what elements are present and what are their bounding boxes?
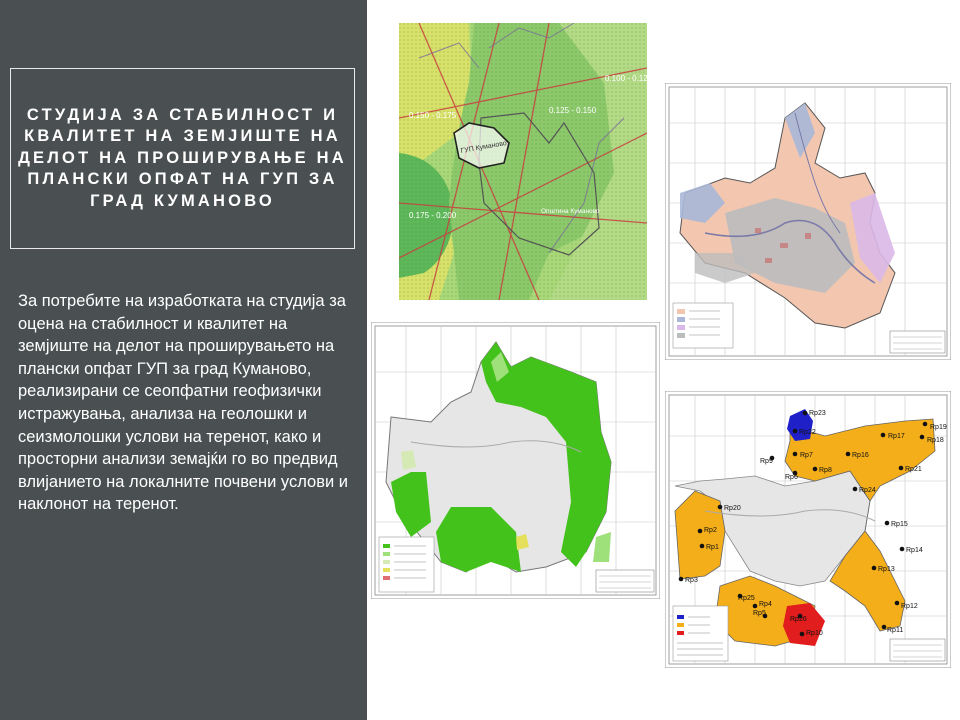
rp-label: Rp1 (706, 544, 719, 551)
stability-map (371, 322, 660, 599)
rp-label: Rp24 (859, 487, 876, 494)
rp-label: Rp22 (799, 429, 816, 436)
rp-label: Rp14 (906, 547, 923, 554)
zone-label-1: 0.150 - 0.175 (409, 111, 457, 120)
rp-label: Rp2 (704, 527, 717, 534)
rp-label: Rp4 (759, 601, 772, 608)
zone-label-2: 0.125 - 0.150 (549, 106, 597, 115)
rp-label: Rp26 (790, 616, 807, 623)
rp-label: Rp7 (800, 452, 813, 459)
rp-label: Rp16 (852, 452, 869, 459)
rp-label: Rp5 (753, 610, 766, 617)
slide-title: СТУДИЈА ЗА СТАБИЛНОСТ И КВАЛИТЕТ НА ЗЕМЈ… (18, 105, 347, 210)
rp-label: Rp11 (887, 627, 903, 634)
title-box: СТУДИЈА ЗА СТАБИЛНОСТ И КВАЛИТЕТ НА ЗЕМЈ… (10, 68, 355, 249)
rp-label: Rp12 (901, 603, 918, 610)
slide-body-text: За потребите на изработката на студија з… (18, 292, 348, 514)
rp-label: Rp3 (685, 577, 698, 584)
rp-label: Rp13 (878, 566, 895, 573)
zone-label-3: 0.100 - 0.125 (605, 74, 647, 83)
measurement-points-map: Rp23 Rp22 Rp9 Rp7 Rp16 Rp17 Rp18 Rp19 Rp… (665, 391, 951, 668)
rp-label: Rp20 (724, 505, 741, 512)
opstina-label: Општина Куманово (541, 208, 600, 215)
rp-label: Rp6 (785, 474, 798, 481)
rp-label: Rp9 (760, 458, 773, 465)
land-use-map (665, 83, 951, 360)
rp-label: Rp23 (809, 410, 826, 417)
rp-label: Rp17 (888, 433, 905, 440)
rp-label: Rp8 (819, 467, 832, 474)
rp-label: Rp19 (930, 424, 947, 431)
rp-label: Rp25 (738, 595, 755, 602)
rp-label: Rp10 (806, 630, 823, 637)
rp-label: Rp18 (927, 437, 944, 444)
rp-label: Rp15 (891, 521, 908, 528)
zone-label-4: 0.175 - 0.200 (409, 211, 457, 220)
seismic-zonation-map: ГУП Куманово Општина Куманово 0.150 - 0.… (399, 23, 647, 300)
rp-label: Rp21 (905, 466, 922, 473)
